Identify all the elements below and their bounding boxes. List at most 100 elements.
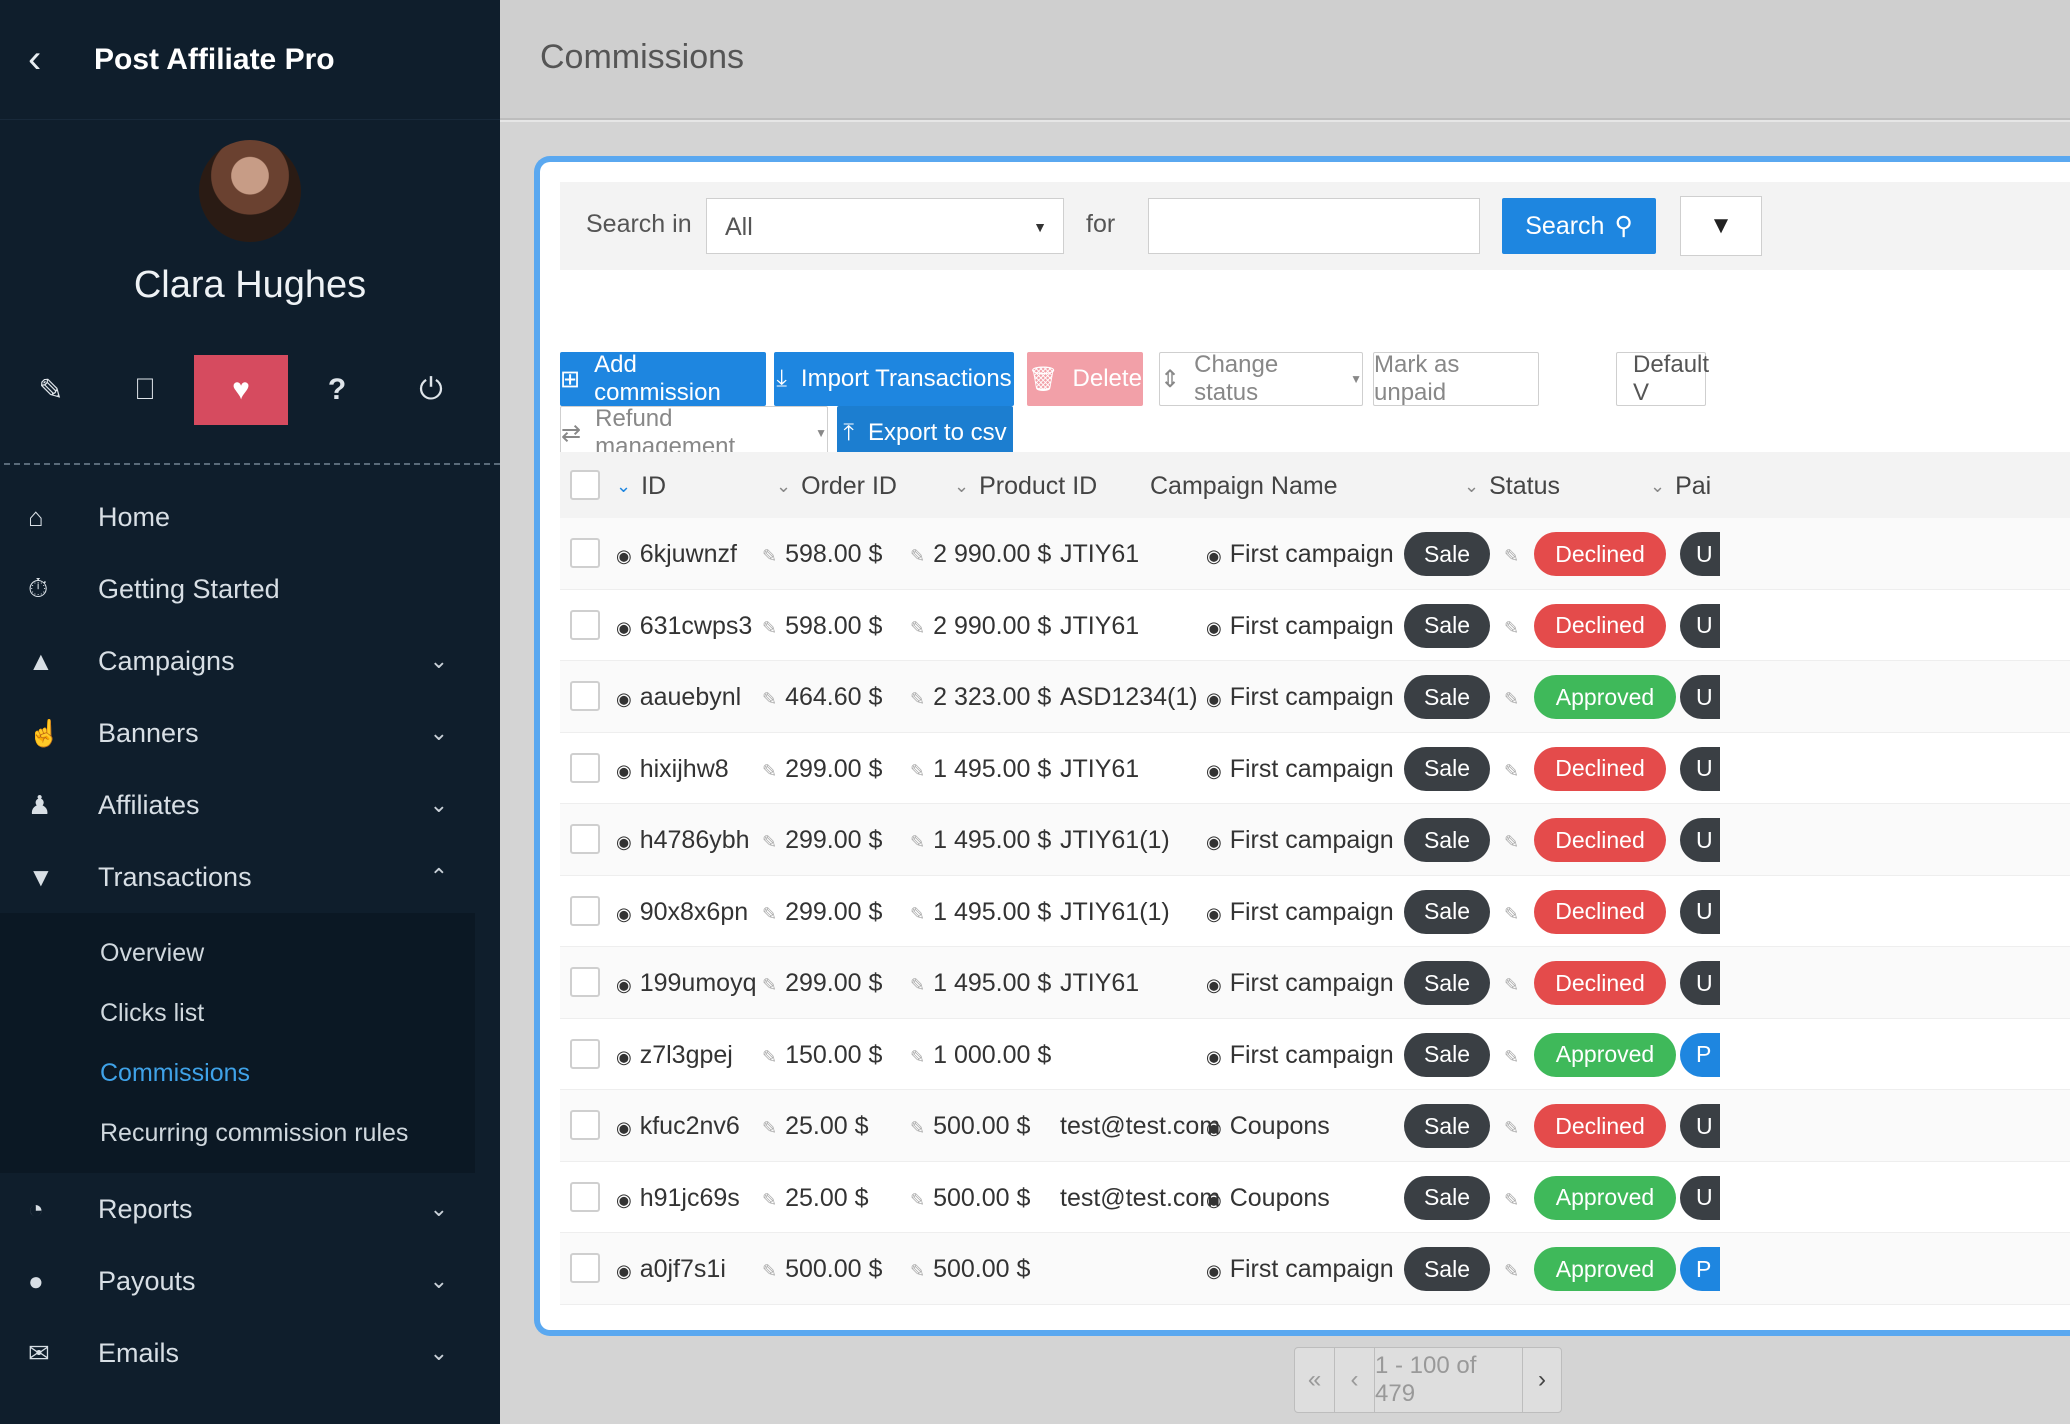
campaign-name[interactable]: ◉ Coupons [1206, 1184, 1330, 1213]
commission-id[interactable]: ◉ h91jc69s [616, 1184, 740, 1213]
eye-icon[interactable]: ◉ [1206, 1047, 1222, 1067]
status-edit[interactable]: ✎ [1504, 969, 1527, 998]
eye-icon[interactable]: ◉ [616, 761, 632, 781]
commission-id[interactable]: ◉ kfuc2nv6 [616, 1112, 740, 1141]
commission-id[interactable]: ◉ a0jf7s1i [616, 1255, 726, 1284]
sidebar-subitem-commissions[interactable]: Commissions [0, 1043, 475, 1103]
pencil-icon[interactable]: ✎ [762, 618, 777, 638]
next-page-button[interactable]: › [1523, 1348, 1561, 1412]
commission-amount[interactable]: ✎ 150.00 $ [762, 1041, 882, 1070]
row-checkbox[interactable] [570, 609, 600, 640]
pencil-icon[interactable]: ✎ [910, 1047, 925, 1067]
pencil-icon[interactable]: ✎ [910, 1261, 925, 1281]
table-row[interactable]: ◉ 199umoyq ✎ 299.00 $ ✎ 1 495.00 $ JTIY61 ◉ Firs… [560, 947, 2070, 1019]
campaign-name[interactable]: ◉ First campaign [1206, 1255, 1394, 1284]
eye-icon[interactable]: ◉ [1206, 1190, 1222, 1210]
heartbeat-icon[interactable]: ♥ [194, 355, 288, 425]
sidebar-item-payouts[interactable]: ● Payouts ⌄ [0, 1245, 500, 1317]
campaign-name[interactable]: ◉ First campaign [1206, 683, 1394, 712]
commission-amount[interactable]: ✎ 299.00 $ [762, 826, 882, 855]
status-edit[interactable]: ✎ [1504, 1041, 1527, 1070]
row-checkbox[interactable] [570, 1253, 600, 1283]
pencil-icon[interactable]: ✎ [762, 975, 777, 995]
table-row[interactable]: ◉ z7l3gpej ✎ 150.00 $ ✎ 1 000.00 $ ◉ First camp… [560, 1018, 2070, 1090]
eye-icon[interactable]: ◉ [616, 1190, 632, 1210]
table-row[interactable]: ◉ h91jc69s ✎ 25.00 $ ✎ 500.00 $ test@test.com ◉… [560, 1161, 2070, 1233]
eye-icon[interactable]: ◉ [616, 832, 632, 852]
eye-icon[interactable]: ◉ [1206, 1261, 1222, 1281]
eye-icon[interactable]: ◉ [1206, 761, 1222, 781]
commission-amount[interactable]: ✎ 464.60 $ [762, 683, 882, 712]
import-transactions-button[interactable]: ⤓ Import Transactions [774, 352, 1014, 406]
status-edit[interactable]: ✎ [1504, 755, 1527, 784]
pencil-icon[interactable]: ✎ [910, 832, 925, 852]
pencil-icon[interactable]: ✎ [1504, 832, 1519, 852]
add-commission-button[interactable]: ⊞ Add commission [560, 351, 766, 406]
total-cost[interactable]: ✎ 1 495.00 $ [910, 826, 1051, 855]
search-button[interactable]: Search ⚲ [1502, 198, 1656, 254]
pencil-icon[interactable]: ✎ [762, 1118, 777, 1138]
header-status[interactable]: ⌄ Status [1464, 472, 1560, 501]
header-id[interactable]: ⌄ ID [616, 472, 666, 501]
row-checkbox[interactable] [570, 895, 600, 926]
eye-icon[interactable]: ◉ [1206, 1118, 1222, 1138]
pencil-icon[interactable]: ✎ [1504, 761, 1519, 781]
total-cost[interactable]: ✎ 1 000.00 $ [910, 1041, 1051, 1070]
header-order-id[interactable]: ⌄ Order ID [776, 472, 897, 501]
campaign-name[interactable]: ◉ First campaign [1206, 969, 1394, 998]
total-cost[interactable]: ✎ 1 495.00 $ [910, 755, 1051, 784]
pencil-icon[interactable]: ✎ [762, 1190, 777, 1210]
pencil-icon[interactable]: ✎ [1504, 689, 1519, 709]
eye-icon[interactable]: ◉ [616, 1047, 632, 1067]
total-cost[interactable]: ✎ 500.00 $ [910, 1255, 1030, 1284]
first-page-button[interactable]: « [1295, 1348, 1335, 1412]
sidebar-item-getting-started[interactable]: ⏱ Getting Started [0, 553, 500, 625]
eye-icon[interactable]: ◉ [1206, 975, 1222, 995]
commission-id[interactable]: ◉ 199umoyq [616, 969, 756, 998]
campaign-name[interactable]: ◉ First campaign [1206, 826, 1394, 855]
pencil-icon[interactable]: ✎ [910, 618, 925, 638]
commission-amount[interactable]: ✎ 25.00 $ [762, 1184, 869, 1213]
table-row[interactable]: ◉ 6kjuwnzf ✎ 598.00 $ ✎ 2 990.00 $ JTIY61 ◉ Firs… [560, 518, 2070, 590]
header-product-id[interactable]: ⌄ Product ID [954, 472, 1097, 501]
eye-icon[interactable]: ◉ [1206, 546, 1222, 566]
pencil-icon[interactable]: ✎ [910, 975, 925, 995]
status-edit[interactable]: ✎ [1504, 683, 1527, 712]
row-checkbox[interactable] [570, 1181, 600, 1212]
table-row[interactable]: ◉ 631cwps3 ✎ 598.00 $ ✎ 2 990.00 $ JTIY61 ◉ Firs… [560, 589, 2070, 661]
total-cost[interactable]: ✎ 1 495.00 $ [910, 969, 1051, 998]
eye-icon[interactable]: ◉ [1206, 689, 1222, 709]
pencil-icon[interactable]: ✎ [1504, 904, 1519, 924]
commission-amount[interactable]: ✎ 598.00 $ [762, 612, 882, 641]
pencil-icon[interactable]: ✎ [910, 546, 925, 566]
eye-icon[interactable]: ◉ [616, 546, 632, 566]
pencil-icon[interactable]: ✎ [1504, 546, 1519, 566]
table-row[interactable]: ◉ a0jf7s1i ✎ 500.00 $ ✎ 500.00 $ ◉ First campai… [560, 1233, 2070, 1305]
row-checkbox[interactable] [570, 752, 600, 783]
filter-button[interactable]: ▼ [1680, 196, 1762, 256]
eye-icon[interactable]: ◉ [1206, 832, 1222, 852]
pencil-icon[interactable]: ✎ [1504, 1190, 1519, 1210]
eye-icon[interactable]: ◉ [1206, 618, 1222, 638]
pencil-icon[interactable]: ✎ [1504, 618, 1519, 638]
header-paid[interactable]: ⌄ Pai [1650, 472, 1711, 501]
commission-amount[interactable]: ✎ 500.00 $ [762, 1255, 882, 1284]
sidebar-item-banners[interactable]: ☝ Banners ⌄ [0, 697, 500, 769]
sidebar-subitem-clicks-list[interactable]: Clicks list [0, 983, 475, 1043]
commission-amount[interactable]: ✎ 598.00 $ [762, 540, 882, 569]
commission-id[interactable]: ◉ 631cwps3 [616, 612, 752, 641]
pencil-icon[interactable]: ✎ [1504, 1047, 1519, 1067]
campaign-name[interactable]: ◉ First campaign [1206, 898, 1394, 927]
table-row[interactable]: ◉ h4786ybh ✎ 299.00 $ ✎ 1 495.00 $ JTIY61(1) ◉ F… [560, 804, 2070, 876]
sidebar-subitem-recurring-rules[interactable]: Recurring commission rules [0, 1103, 475, 1163]
pencil-icon[interactable]: ✎ [762, 832, 777, 852]
total-cost[interactable]: ✎ 1 495.00 $ [910, 898, 1051, 927]
pencil-icon[interactable]: ✎ [910, 761, 925, 781]
pencil-icon[interactable]: ✎ [762, 1261, 777, 1281]
search-input[interactable] [1148, 198, 1480, 254]
table-row[interactable]: ◉ kfuc2nv6 ✎ 25.00 $ ✎ 500.00 $ test@test.com ◉… [560, 1090, 2070, 1162]
status-edit[interactable]: ✎ [1504, 1255, 1527, 1284]
status-edit[interactable]: ✎ [1504, 1184, 1527, 1213]
commission-amount[interactable]: ✎ 299.00 $ [762, 898, 882, 927]
sidebar-item-emails[interactable]: ✉ Emails ⌄ [0, 1317, 500, 1389]
